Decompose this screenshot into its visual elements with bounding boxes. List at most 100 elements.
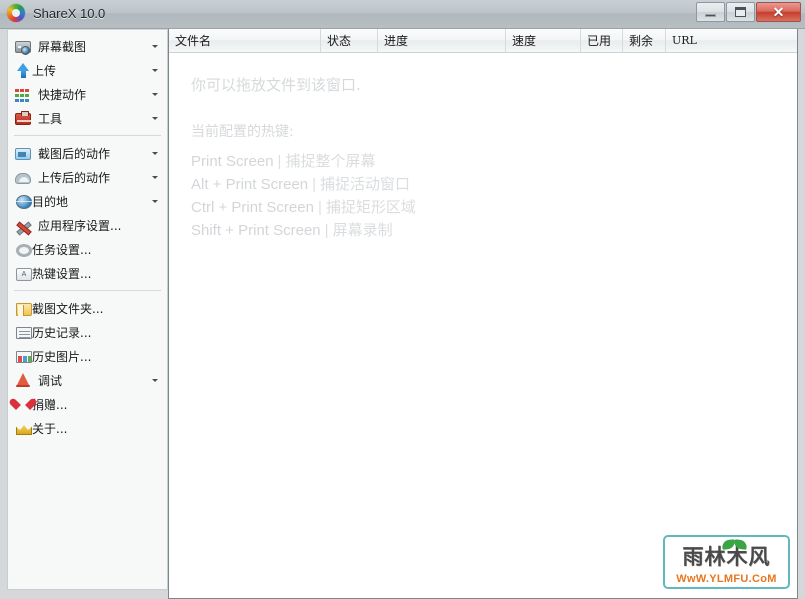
sprout-icon — [722, 537, 748, 557]
cloud-icon — [15, 173, 31, 184]
sidebar-item-history[interactable]: 历史记录... — [8, 320, 167, 344]
sharex-logo-icon — [7, 4, 25, 22]
close-icon: ✕ — [772, 4, 785, 20]
chevron-down-icon[interactable] — [152, 117, 158, 120]
maximize-icon — [735, 7, 746, 17]
sidebar-item-after-upload[interactable]: 上传后的动作 — [8, 165, 167, 189]
after-capture-icon — [15, 148, 31, 160]
sidebar-item-screenshots-folder[interactable]: 截图文件夹... — [8, 296, 167, 320]
sidebar-item-label: 应用程序设置... — [38, 218, 122, 233]
maximize-button[interactable] — [726, 2, 755, 22]
window-body: 屏幕截图 上传 快捷动作 工具 截图后的动作 上传后的动作 目的地 应用程序设置… — [0, 29, 805, 599]
sidebar-item-label: 截图后的动作 — [38, 146, 111, 161]
chevron-down-icon[interactable] — [152, 200, 158, 203]
chevron-down-icon[interactable] — [152, 379, 158, 382]
sidebar-item-label: 任务设置... — [32, 242, 92, 257]
hotkey-keys: Print Screen — [191, 153, 274, 170]
hotkey-row: Shift + Print Screen | 屏幕录制 — [191, 219, 416, 242]
sidebar-item-debug[interactable]: 调试 — [8, 368, 167, 392]
sidebar-item-donate[interactable]: 捐赠... — [8, 392, 167, 416]
hotkey-keys: Alt + Print Screen — [191, 176, 309, 193]
sidebar-item-screenshot[interactable]: 屏幕截图 — [8, 34, 167, 58]
chevron-down-icon[interactable] — [152, 69, 158, 72]
hotkey-row: Alt + Print Screen | 捕捉活动窗口 — [191, 173, 416, 196]
column-header-progress[interactable]: 进度 — [378, 29, 506, 52]
sidebar-item-upload[interactable]: 上传 — [8, 58, 167, 82]
sidebar-item-label: 历史记录... — [32, 325, 92, 340]
crown-icon — [16, 425, 32, 435]
window-title: ShareX 10.0 — [33, 5, 106, 21]
sharex-main-window: ShareX 10.0 ✕ 屏幕截图 上传 快捷动作 工具 截图后的动作 上传后… — [0, 0, 805, 599]
column-header-status[interactable]: 状态 — [321, 29, 378, 52]
hotkey-row: Ctrl + Print Screen | 捕捉矩形区域 — [191, 196, 416, 219]
column-header-remaining[interactable]: 剩余 — [623, 29, 666, 52]
sidebar-item-about[interactable]: 关于... — [8, 416, 167, 440]
wrench-icon — [15, 217, 31, 233]
task-list-header: 文件名 状态 进度 速度 已用 剩余 URL — [169, 29, 797, 53]
sidebar-item-application-settings[interactable]: 应用程序设置... — [8, 213, 167, 237]
sidebar-item-quick-actions[interactable]: 快捷动作 — [8, 82, 167, 106]
sidebar-item-label: 屏幕截图 — [38, 39, 87, 54]
sidebar-item-image-history[interactable]: 历史图片... — [8, 344, 167, 368]
sidebar-item-label: 关于... — [32, 421, 68, 436]
gear-icon — [16, 243, 32, 257]
column-header-filename[interactable]: 文件名 — [169, 29, 321, 52]
chevron-down-icon[interactable] — [152, 176, 158, 179]
sidebar-item-label: 工具 — [38, 111, 63, 126]
key-icon: A — [16, 267, 32, 281]
sidebar-item-task-settings[interactable]: 任务设置... — [8, 237, 167, 261]
sidebar-separator — [14, 135, 161, 136]
sidebar-item-label: 上传 — [32, 63, 57, 78]
sidebar-item-label: 热键设置... — [32, 266, 92, 281]
column-header-url[interactable]: URL — [666, 29, 797, 52]
column-header-speed[interactable]: 速度 — [506, 29, 581, 52]
sidebar-item-label: 截图文件夹... — [32, 301, 104, 316]
sidebar-item-label: 捐赠... — [32, 397, 68, 412]
sidebar: 屏幕截图 上传 快捷动作 工具 截图后的动作 上传后的动作 目的地 应用程序设置… — [7, 30, 168, 590]
sidebar-item-label: 目的地 — [32, 194, 69, 209]
window-controls: ✕ — [695, 2, 801, 22]
chevron-down-icon[interactable] — [152, 152, 158, 155]
watermark-url: WwW.YLMFU.CoM — [676, 573, 777, 585]
sidebar-item-label: 上传后的动作 — [38, 170, 111, 185]
sidebar-item-tools[interactable]: 工具 — [8, 106, 167, 130]
watermark-badge: 雨林木风 WwW.YLMFU.CoM — [663, 535, 790, 589]
chevron-down-icon[interactable] — [152, 93, 158, 96]
grid-icon — [15, 88, 31, 102]
traffic-cone-icon — [15, 372, 31, 388]
task-list-panel: 文件名 状态 进度 速度 已用 剩余 URL 你可以拖放文件到该窗口. 当前配置… — [168, 29, 798, 599]
hotkey-description: 屏幕录制 — [332, 221, 393, 239]
toolbox-icon — [15, 111, 31, 125]
sidebar-item-label: 历史图片... — [32, 349, 92, 364]
heart-icon — [16, 399, 32, 412]
title-bar-left: ShareX 10.0 — [7, 4, 105, 22]
image-history-icon — [16, 351, 32, 363]
close-button[interactable]: ✕ — [756, 2, 801, 22]
hotkey-separator: | — [317, 199, 322, 216]
sidebar-item-label: 快捷动作 — [38, 87, 87, 102]
folder-icon — [16, 302, 32, 316]
globe-icon — [16, 194, 32, 209]
camera-icon — [15, 41, 31, 55]
upload-arrow-icon — [16, 63, 32, 78]
hotkeys-title: 当前配置的热键: — [191, 124, 294, 140]
chevron-down-icon[interactable] — [152, 45, 158, 48]
sidebar-separator — [14, 290, 161, 291]
hotkey-separator: | — [324, 222, 329, 239]
column-header-elapsed[interactable]: 已用 — [581, 29, 623, 52]
sidebar-group-capture: 屏幕截图 上传 快捷动作 工具 — [8, 34, 167, 130]
hotkey-separator: | — [277, 153, 282, 170]
sidebar-item-hotkey-settings[interactable]: A 热键设置... — [8, 261, 167, 285]
title-bar: ShareX 10.0 ✕ — [0, 0, 805, 29]
sidebar-item-destinations[interactable]: 目的地 — [8, 189, 167, 213]
sidebar-group-workflow: 截图后的动作 上传后的动作 目的地 应用程序设置... 任务设置... A 热键… — [8, 141, 167, 285]
history-icon — [16, 327, 32, 339]
hotkey-row: Print Screen | 捕捉整个屏幕 — [191, 150, 416, 173]
minimize-icon — [705, 14, 716, 17]
drop-files-hint: 你可以拖放文件到该窗口. — [191, 76, 361, 94]
sidebar-item-after-capture[interactable]: 截图后的动作 — [8, 141, 167, 165]
sidebar-group-misc: 截图文件夹... 历史记录... 历史图片... 调试 捐赠... 关于... — [8, 296, 167, 440]
hotkey-separator: | — [312, 176, 317, 193]
minimize-button[interactable] — [696, 2, 725, 22]
hotkey-description: 捕捉活动窗口 — [320, 175, 411, 193]
